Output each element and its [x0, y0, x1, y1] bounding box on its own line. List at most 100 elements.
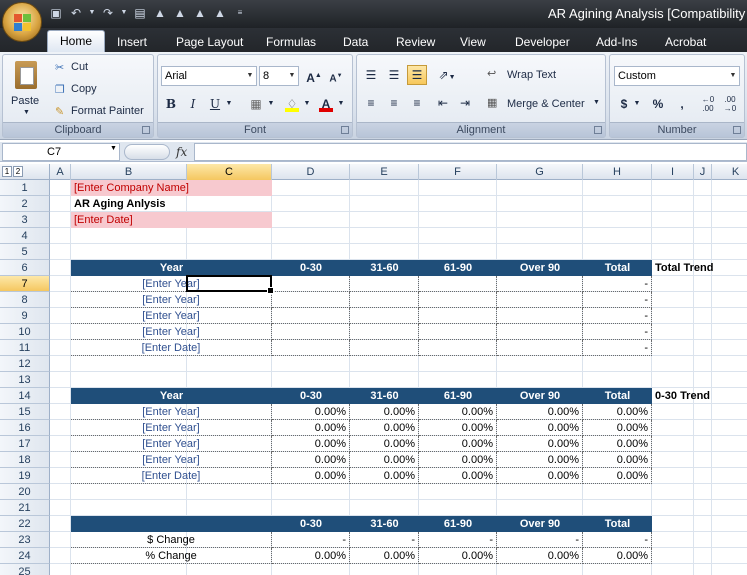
- table3-cell-r0-c0[interactable]: $ Change: [71, 532, 272, 548]
- table2-cell-r1-c5[interactable]: 0.00%: [583, 420, 652, 436]
- table3-cell-r0-c3[interactable]: -: [419, 532, 497, 548]
- borders-icon[interactable]: ▦: [246, 94, 266, 114]
- table1-cell-r3-c2[interactable]: [350, 324, 419, 340]
- table1-cell-r4-c1[interactable]: [272, 340, 350, 356]
- row-header-5[interactable]: 5: [0, 244, 50, 260]
- table1-cell-r4-c0[interactable]: [Enter Date]: [71, 340, 272, 356]
- decrease-decimal-icon[interactable]: .00 →0: [720, 94, 740, 114]
- company-name-cell[interactable]: [Enter Company Name]: [71, 180, 272, 196]
- comma-button[interactable]: ,: [672, 94, 692, 114]
- column-header-h[interactable]: H: [583, 164, 652, 180]
- table2-cell-r2-c1[interactable]: 0.00%: [272, 436, 350, 452]
- insert-function-button[interactable]: fx: [176, 143, 192, 161]
- table2-cell-r2-c5[interactable]: 0.00%: [583, 436, 652, 452]
- number-format-select[interactable]: Custom ▼: [614, 66, 740, 86]
- tab-developer[interactable]: Developer: [513, 32, 572, 52]
- redo-icon[interactable]: ↷: [100, 5, 116, 21]
- column-header-f[interactable]: F: [419, 164, 497, 180]
- table1-cell-r0-c1[interactable]: [272, 276, 350, 292]
- cut-button[interactable]: Cut: [71, 61, 88, 73]
- row-header-17[interactable]: 17: [0, 436, 50, 452]
- table1-cell-r4-c5[interactable]: -: [583, 340, 652, 356]
- selected-cell-outline[interactable]: [186, 275, 274, 294]
- table2-cell-r4-c2[interactable]: 0.00%: [350, 468, 419, 484]
- formula-bar-divider[interactable]: [124, 144, 170, 160]
- column-header-i[interactable]: I: [652, 164, 694, 180]
- table2-cell-r1-c1[interactable]: 0.00%: [272, 420, 350, 436]
- column-header-g[interactable]: G: [497, 164, 583, 180]
- table3-cell-r1-c4[interactable]: 0.00%: [497, 548, 583, 564]
- report-title-cell[interactable]: AR Aging Anlysis: [71, 196, 272, 212]
- row-header-13[interactable]: 13: [0, 372, 50, 388]
- shrink-font-button[interactable]: A▼: [326, 66, 346, 86]
- office-button[interactable]: [2, 2, 42, 42]
- table3-cell-r0-c1[interactable]: -: [272, 532, 350, 548]
- org-chart-icon[interactable]: ▲: [172, 5, 188, 21]
- column-header-j[interactable]: J: [694, 164, 712, 180]
- table2-cell-r4-c1[interactable]: 0.00%: [272, 468, 350, 484]
- row-header-15[interactable]: 15: [0, 404, 50, 420]
- format-painter-button[interactable]: Format Painter: [71, 105, 144, 117]
- row-header-7[interactable]: 7: [0, 276, 50, 292]
- fill-color-icon[interactable]: ♢: [282, 94, 302, 114]
- copy-button[interactable]: Copy: [71, 83, 97, 95]
- orientation-icon[interactable]: ⇗▼: [433, 65, 461, 85]
- table2-cell-r1-c2[interactable]: 0.00%: [350, 420, 419, 436]
- row-header-1[interactable]: 1: [0, 180, 50, 196]
- table2-cell-r3-c5[interactable]: 0.00%: [583, 452, 652, 468]
- chevron-down-icon[interactable]: ▼: [632, 94, 642, 114]
- column-header-e[interactable]: E: [350, 164, 419, 180]
- row-header-21[interactable]: 21: [0, 500, 50, 516]
- row-header-4[interactable]: 4: [0, 228, 50, 244]
- row-header-23[interactable]: 23: [0, 532, 50, 548]
- align-right-icon[interactable]: ≡: [407, 93, 427, 113]
- dialog-launcher-icon[interactable]: [142, 126, 150, 134]
- dialog-launcher-icon[interactable]: [341, 126, 349, 134]
- italic-button[interactable]: I: [183, 94, 203, 114]
- row-header-10[interactable]: 10: [0, 324, 50, 340]
- table2-cell-r0-c4[interactable]: 0.00%: [497, 404, 583, 420]
- font-color-icon[interactable]: A: [316, 94, 336, 114]
- underline-button[interactable]: U: [205, 94, 225, 114]
- column-header-b[interactable]: B: [71, 164, 187, 180]
- tab-home[interactable]: Home: [47, 30, 106, 52]
- wrap-text-button[interactable]: Wrap Text: [507, 69, 556, 81]
- table3-cell-r0-c2[interactable]: -: [350, 532, 419, 548]
- column-header-a[interactable]: A: [50, 164, 71, 180]
- table2-cell-r3-c3[interactable]: 0.00%: [419, 452, 497, 468]
- row-header-2[interactable]: 2: [0, 196, 50, 212]
- table2-cell-r1-c3[interactable]: 0.00%: [419, 420, 497, 436]
- dropdown-arrow-icon[interactable]: ▼: [120, 5, 128, 21]
- row-header-19[interactable]: 19: [0, 468, 50, 484]
- table2-cell-r3-c1[interactable]: 0.00%: [272, 452, 350, 468]
- table2-cell-r3-c2[interactable]: 0.00%: [350, 452, 419, 468]
- row-header-11[interactable]: 11: [0, 340, 50, 356]
- table1-cell-r3-c0[interactable]: [Enter Year]: [71, 324, 272, 340]
- table3-cell-r1-c5[interactable]: 0.00%: [583, 548, 652, 564]
- column-header-c[interactable]: C: [187, 164, 272, 180]
- row-header-16[interactable]: 16: [0, 420, 50, 436]
- row-header-14[interactable]: 14: [0, 388, 50, 404]
- tab-review[interactable]: Review: [394, 32, 437, 52]
- table2-cell-r2-c3[interactable]: 0.00%: [419, 436, 497, 452]
- increase-decimal-icon[interactable]: ←0.00: [698, 94, 718, 114]
- table1-cell-r1-c5[interactable]: -: [583, 292, 652, 308]
- table1-cell-r2-c2[interactable]: [350, 308, 419, 324]
- row-header-12[interactable]: 12: [0, 356, 50, 372]
- table2-cell-r0-c3[interactable]: 0.00%: [419, 404, 497, 420]
- report-date-cell[interactable]: [Enter Date]: [71, 212, 272, 228]
- table2-cell-r2-c0[interactable]: [Enter Year]: [71, 436, 272, 452]
- row-header-20[interactable]: 20: [0, 484, 50, 500]
- outline-level-1-button[interactable]: 1: [2, 166, 12, 177]
- table3-cell-r1-c3[interactable]: 0.00%: [419, 548, 497, 564]
- table2-cell-r3-c4[interactable]: 0.00%: [497, 452, 583, 468]
- row-header-24[interactable]: 24: [0, 548, 50, 564]
- tab-data[interactable]: Data: [341, 32, 370, 52]
- table3-cell-r1-c2[interactable]: 0.00%: [350, 548, 419, 564]
- table1-cell-r1-c2[interactable]: [350, 292, 419, 308]
- chevron-down-icon[interactable]: ▼: [336, 94, 346, 114]
- table2-cell-r1-c0[interactable]: [Enter Year]: [71, 420, 272, 436]
- chevron-down-icon[interactable]: ▼: [593, 99, 600, 106]
- name-box[interactable]: C7: [2, 143, 120, 161]
- align-middle-icon[interactable]: ☰: [384, 65, 404, 85]
